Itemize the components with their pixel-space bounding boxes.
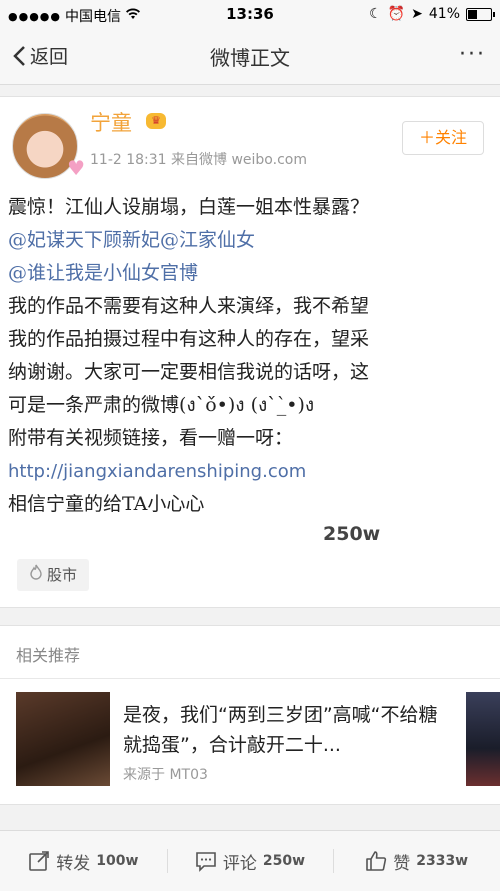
- status-bar: ●●●●● 中国电信 13:36 ☾ ⏰ ➤ 41%: [0, 0, 500, 28]
- alarm-icon: ⏰: [387, 6, 406, 22]
- related-source: 来源于 MT03: [123, 767, 208, 783]
- tag-label: 股市: [47, 566, 78, 584]
- post-card: ♥ 宁童 ♛ 11-2 18:31 来自微博 weibo.com ＋关注 震惊！…: [0, 96, 500, 608]
- repost-count: 100w: [96, 853, 139, 869]
- repost-label: 转发: [56, 853, 91, 874]
- related-header: 相关推荐: [16, 646, 81, 665]
- follow-button[interactable]: ＋关注: [402, 121, 484, 155]
- heart-count: 250w: [323, 523, 381, 545]
- avatar[interactable]: ♥: [12, 113, 85, 180]
- post-line: 我的作品拍摄过程中有这种人的存在，望采: [8, 328, 370, 350]
- related-thumbnail-next[interactable]: [466, 692, 500, 786]
- post-line: 震惊！江仙人设崩塌，白莲一姐本性暴露？: [8, 196, 370, 218]
- related-title[interactable]: 是夜，我们“两到三岁团”高喊“不给糖就捣蛋”，合计敲开二十...: [123, 700, 453, 760]
- battery-icon: [466, 7, 495, 21]
- related-thumbnail[interactable]: [16, 692, 110, 786]
- comment-count: 250w: [262, 853, 306, 869]
- comment-icon: [196, 852, 216, 872]
- repost-button[interactable]: 转发 100w: [0, 831, 167, 891]
- like-button[interactable]: 赞 2333w: [333, 831, 500, 891]
- related-section: 相关推荐 是夜，我们“两到三岁团”高喊“不给糖就捣蛋”，合计敲开二十... 来源…: [0, 625, 500, 805]
- post-line: 可是一条严肃的微博(ง`̀ὸ́•)ง (ง`̀_̀•)ง: [8, 394, 315, 416]
- topic-tag[interactable]: 股市: [17, 559, 90, 591]
- do-not-disturb-icon: ☾: [369, 6, 382, 22]
- heart-sticker-icon: ♥: [67, 156, 85, 180]
- post-meta: 11-2 18:31 来自微博 weibo.com: [90, 152, 307, 168]
- more-options-button[interactable]: ···: [459, 42, 486, 67]
- username[interactable]: 宁童: [90, 107, 132, 137]
- post-content: 震惊！江仙人设崩塌，白莲一姐本性暴露？ @妃谋天下顾新妃@江家仙女 @谁让我是小…: [8, 191, 496, 521]
- vip-crown-icon: ♛: [146, 113, 166, 129]
- post-line: 附带有关视频链接，看一赠一呀：: [8, 427, 294, 449]
- navigation-bar: 返回 微博正文 ···: [0, 28, 500, 85]
- video-link[interactable]: http://jiangxiandarenshiping.com: [8, 455, 496, 488]
- bottom-toolbar: 转发 100w 评论 250w 赞 2333w: [0, 830, 500, 891]
- post-line: 我的作品不需要有这种人来演绎，我不希望: [8, 295, 370, 317]
- location-icon: ➤: [411, 6, 423, 22]
- comment-button[interactable]: 评论 250w: [166, 831, 334, 891]
- post-line: 相信宁童的给TA小心心: [8, 493, 205, 515]
- mention-line[interactable]: @妃谋天下顾新妃@江家仙女: [8, 224, 496, 257]
- comment-label: 评论: [222, 853, 257, 874]
- like-count: 2333w: [416, 853, 469, 869]
- mention-line[interactable]: @谁让我是小仙女官博: [8, 257, 496, 290]
- page-title: 微博正文: [210, 46, 290, 70]
- thumbs-up-icon: [366, 851, 387, 871]
- divider: [0, 678, 500, 679]
- post-line: 纳谢谢。大家可一定要相信我说的话呀，这: [8, 361, 370, 383]
- repost-icon: [29, 851, 50, 871]
- like-label: 赞: [393, 853, 411, 874]
- flame-icon: [29, 559, 43, 591]
- battery-percent: 41%: [428, 6, 460, 22]
